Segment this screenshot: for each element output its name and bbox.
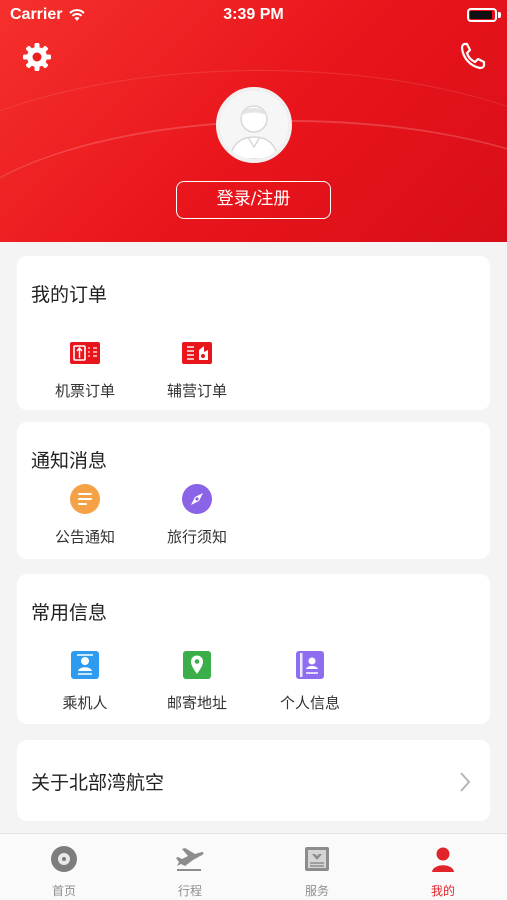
passenger-label: 乘机人: [62, 694, 108, 712]
home-disc-icon: [51, 846, 77, 872]
newspaper-icon: [305, 847, 329, 871]
announcement-item[interactable]: 公告通知: [40, 482, 130, 547]
battery-tip: [498, 12, 501, 18]
phone-icon[interactable]: [460, 42, 486, 70]
travel-notice-item[interactable]: 旅行须知: [152, 482, 242, 547]
notifications-card: 通知消息 公告通知 旅行须知: [17, 422, 490, 559]
id-card-icon: [296, 651, 324, 679]
ancillary-order-item[interactable]: 辅营订单: [152, 336, 242, 401]
tab-mine-label: 我的: [430, 884, 455, 898]
passenger-item[interactable]: 乘机人: [40, 648, 130, 713]
my-orders-card: 我的订单 机票订单 辅营订单: [17, 256, 490, 410]
tab-service-label: 服务: [304, 884, 329, 898]
login-register-button[interactable]: 登录/注册: [176, 181, 331, 219]
mailing-address-label: 邮寄地址: [166, 694, 227, 712]
battery-icon: [467, 8, 497, 22]
ancillary-order-label: 辅营订单: [166, 382, 227, 400]
gear-icon[interactable]: [22, 42, 52, 72]
tab-itinerary-label: 行程: [177, 884, 202, 898]
chevron-right-icon: [460, 772, 471, 792]
announcement-label: 公告通知: [54, 528, 115, 546]
tab-itinerary[interactable]: 行程: [150, 844, 230, 899]
common-info-card: 常用信息 乘机人 邮寄地址 个人信息: [17, 574, 490, 724]
ancillary-ticket-icon: [182, 342, 212, 364]
my-orders-title: 我的订单: [31, 284, 108, 306]
about-label: 关于北部湾航空: [31, 772, 165, 794]
tab-service[interactable]: 服务: [277, 844, 357, 899]
personal-info-label: 个人信息: [279, 694, 340, 712]
mailing-address-item[interactable]: 邮寄地址: [152, 648, 242, 713]
personal-info-item[interactable]: 个人信息: [265, 648, 355, 713]
status-bar: Carrier 3:39 PM: [0, 0, 507, 32]
common-info-title: 常用信息: [31, 602, 108, 624]
profile-header: Carrier 3:39 PM 登录/注册: [0, 0, 507, 242]
default-user-icon: [220, 91, 288, 159]
bottom-tab-bar: 首页 行程 服务 我的: [0, 833, 507, 900]
tab-home-label: 首页: [51, 884, 76, 898]
airplane-icon: [176, 848, 204, 871]
flight-order-item[interactable]: 机票订单: [40, 336, 130, 401]
tab-mine[interactable]: 我的: [403, 844, 483, 899]
announcement-icon: [70, 484, 100, 514]
map-pin-icon: [183, 651, 211, 679]
passenger-card-icon: [71, 651, 99, 679]
person-icon: [432, 847, 454, 872]
travel-notice-label: 旅行须知: [166, 528, 227, 546]
compass-icon: [182, 484, 212, 514]
about-row[interactable]: 关于北部湾航空: [17, 740, 490, 821]
notifications-title: 通知消息: [31, 450, 108, 472]
ticket-icon: [70, 342, 100, 364]
flight-order-label: 机票订单: [54, 382, 115, 400]
status-time: 3:39 PM: [223, 6, 284, 23]
avatar[interactable]: [216, 87, 292, 163]
tab-home[interactable]: 首页: [24, 844, 104, 899]
